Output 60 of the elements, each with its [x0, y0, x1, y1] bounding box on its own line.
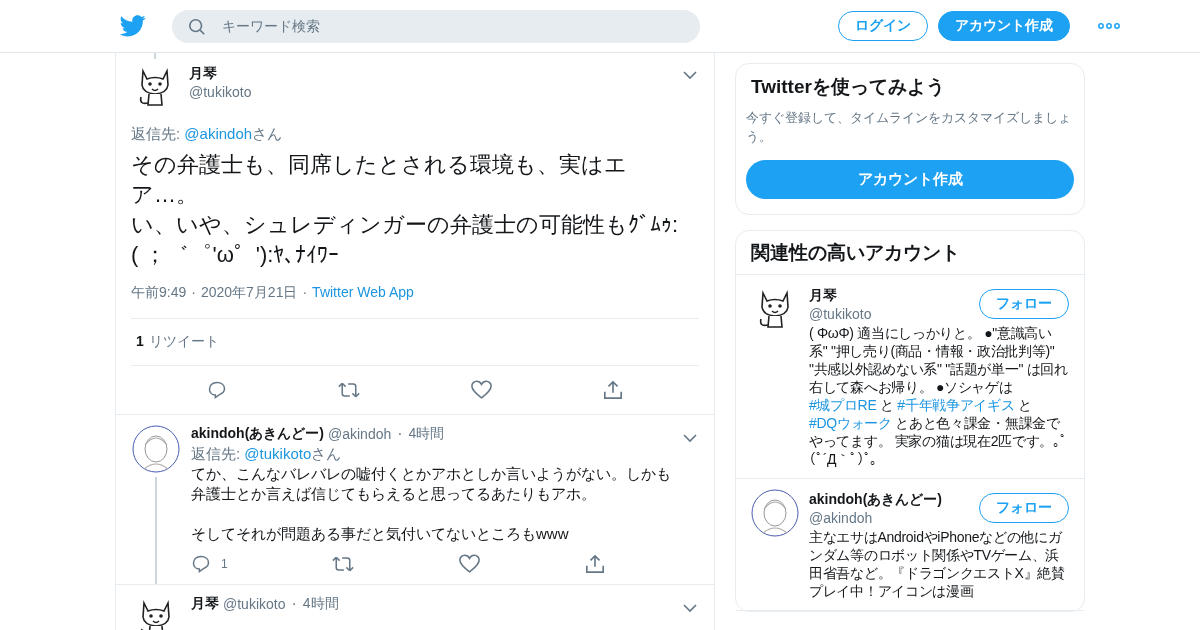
- share-icon[interactable]: [603, 380, 623, 400]
- like-icon[interactable]: [471, 380, 492, 400]
- user-name[interactable]: akindoh(あきんどー): [191, 425, 324, 443]
- separator-dot: ·: [396, 425, 404, 443]
- signup-button[interactable]: アカウント作成: [746, 160, 1074, 199]
- account-bio: 主なエサはAndroidやiPhoneなどの他にガンダム等のロボット関係やTVゲーム、浜田省吾など。『ドラゴンクエストX』絶賛プレイ中！アイコンは漫画: [809, 528, 1066, 600]
- tweet-text: そしてそれが問題ある事だと気付いてないところもwww: [191, 524, 570, 544]
- hashtag-link[interactable]: #千年戦争アイギス: [897, 397, 1015, 413]
- separator-dot: ·: [301, 284, 309, 302]
- avatar-icon[interactable]: [132, 425, 180, 473]
- user-handle[interactable]: @tukikoto: [223, 596, 286, 612]
- mention-link[interactable]: @akindoh: [184, 125, 253, 142]
- chevron-down-icon[interactable]: [683, 71, 697, 80]
- retweet-icon[interactable]: [338, 380, 360, 400]
- card-description: 今すぐ登録して、タイムラインをカスタマイズしましょう。: [746, 109, 1072, 146]
- like-icon[interactable]: [459, 554, 481, 574]
- retweet-count[interactable]: 1: [136, 333, 144, 351]
- user-name[interactable]: akindoh(あきんどー): [809, 491, 979, 509]
- user-name[interactable]: 月琴: [191, 595, 219, 613]
- tweet-text: その弁護士も、同席したとされる環境も、実はエア…。: [131, 151, 628, 209]
- reply-to-text: 返信先: @akindohさん: [131, 125, 284, 144]
- user-handle[interactable]: @tukikoto: [189, 84, 673, 100]
- chevron-down-icon[interactable]: [683, 603, 697, 613]
- search-field[interactable]: キーワード検索: [172, 9, 700, 43]
- mention-link[interactable]: @tukikoto: [244, 445, 312, 462]
- retweet-label[interactable]: リツイート: [148, 333, 219, 351]
- card-title: 関連性の高いアカウント: [736, 231, 1084, 275]
- chevron-down-icon[interactable]: [683, 433, 697, 443]
- reply-icon[interactable]: [207, 380, 227, 400]
- user-handle[interactable]: @akindoh: [809, 510, 979, 526]
- user-name[interactable]: 月琴: [809, 287, 979, 305]
- login-button[interactable]: ログイン: [838, 11, 928, 41]
- source-link[interactable]: Twitter Web App: [312, 284, 414, 302]
- follow-button[interactable]: フォロー: [979, 493, 1069, 523]
- reply-to-text: 返信先: @tukikotoさん: [191, 445, 343, 464]
- reply-icon[interactable]: [191, 554, 211, 574]
- search-icon: [188, 17, 206, 36]
- hashtag-link[interactable]: #城プロRE: [809, 397, 877, 413]
- user-handle[interactable]: @akindoh: [328, 426, 392, 442]
- user-handle[interactable]: @tukikoto: [809, 306, 979, 322]
- hashtag-link[interactable]: #DQウォーク: [809, 415, 892, 431]
- avatar-icon[interactable]: [751, 489, 799, 537]
- user-name[interactable]: 月琴: [189, 65, 673, 83]
- tweet-text: い、いや、シュレディンガーの弁護士の可能性もｸﾞﾑｩ:( ；゛゜'ω゜'):ﾔ､ﾅｲﾜｰ: [131, 211, 679, 269]
- signup-button[interactable]: アカウント作成: [938, 11, 1070, 41]
- separator-dot: ·: [190, 284, 197, 302]
- tweet-time[interactable]: 4時間: [408, 425, 445, 443]
- reply-count: 1: [221, 557, 228, 571]
- account-bio: ( ΦωΦ) 適当にしっかりと。 ●"意識高い系" "押し売り(商品・情報・政治批判等)" "共感以外認めない系" "話題が単一" は回れ右して森へお帰り。 ●ソシャゲは #城プロRE と #千年戦争アイギス と #DQウォーク とあと色々課金・無課金でやってます。 実家の猫は現在2匹です。｡ﾟ(ﾟ´Д｀ﾟ)ﾟ｡: [809, 324, 1069, 468]
- follow-button[interactable]: フォロー: [979, 289, 1069, 319]
- more-icon[interactable]: [1098, 23, 1120, 29]
- tweet-time[interactable]: 4時間: [302, 595, 339, 613]
- share-icon[interactable]: [585, 554, 605, 574]
- bird-logo-icon[interactable]: [120, 15, 146, 37]
- tweet-text: てか、こんなバレバレの嘘付くとかアホとしか言いようがない。しかも弁護士とか言えば信じてもらえると思ってるあたりもアホ。: [191, 464, 672, 504]
- tweet-time[interactable]: 午前9:49: [131, 284, 187, 302]
- card-title: Twitterを使ってみよう: [750, 75, 946, 99]
- retweet-icon[interactable]: [332, 554, 355, 574]
- separator-dot: ·: [290, 595, 298, 613]
- tweet-date[interactable]: 2020年7月21日: [200, 284, 298, 302]
